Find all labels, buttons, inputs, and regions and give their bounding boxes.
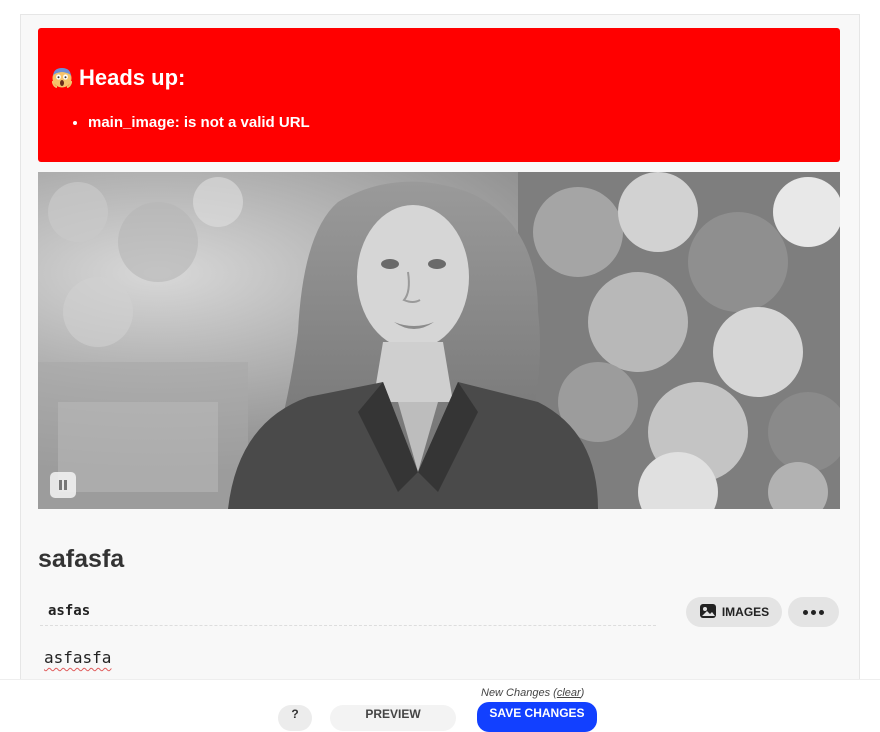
editor-footer: New Changes (clear) ? PREVIEW SAVE CHANG… — [0, 679, 880, 732]
cover-image[interactable] — [38, 172, 840, 509]
error-alert: Heads up: main_image: is not a valid URL — [38, 28, 840, 162]
images-button[interactable]: IMAGES — [686, 597, 782, 627]
screaming-face-icon — [51, 67, 73, 89]
image-icon — [699, 603, 717, 622]
preview-button[interactable]: PREVIEW — [330, 705, 456, 731]
tags-input[interactable] — [40, 597, 656, 626]
post-title[interactable]: safasfa — [38, 545, 124, 574]
alert-title: Heads up: — [51, 65, 186, 91]
new-changes-label: New Changes — [481, 687, 551, 699]
clear-link[interactable]: clear — [557, 687, 581, 699]
cover-photo — [38, 172, 840, 509]
alert-title-text: Heads up: — [79, 65, 186, 90]
error-item: main_image: is not a valid URL — [88, 114, 310, 131]
images-label: IMAGES — [721, 605, 770, 619]
more-icon — [803, 609, 824, 615]
pause-icon — [58, 479, 68, 491]
help-button[interactable]: ? — [278, 705, 312, 731]
more-options-button[interactable] — [788, 597, 839, 627]
error-list: main_image: is not a valid URL — [88, 114, 310, 131]
post-body[interactable]: asfasfa — [44, 648, 111, 667]
new-changes-indicator: New Changes (clear) — [481, 687, 585, 699]
pause-button[interactable] — [50, 472, 76, 498]
save-changes-button[interactable]: SAVE CHANGES — [477, 702, 597, 732]
